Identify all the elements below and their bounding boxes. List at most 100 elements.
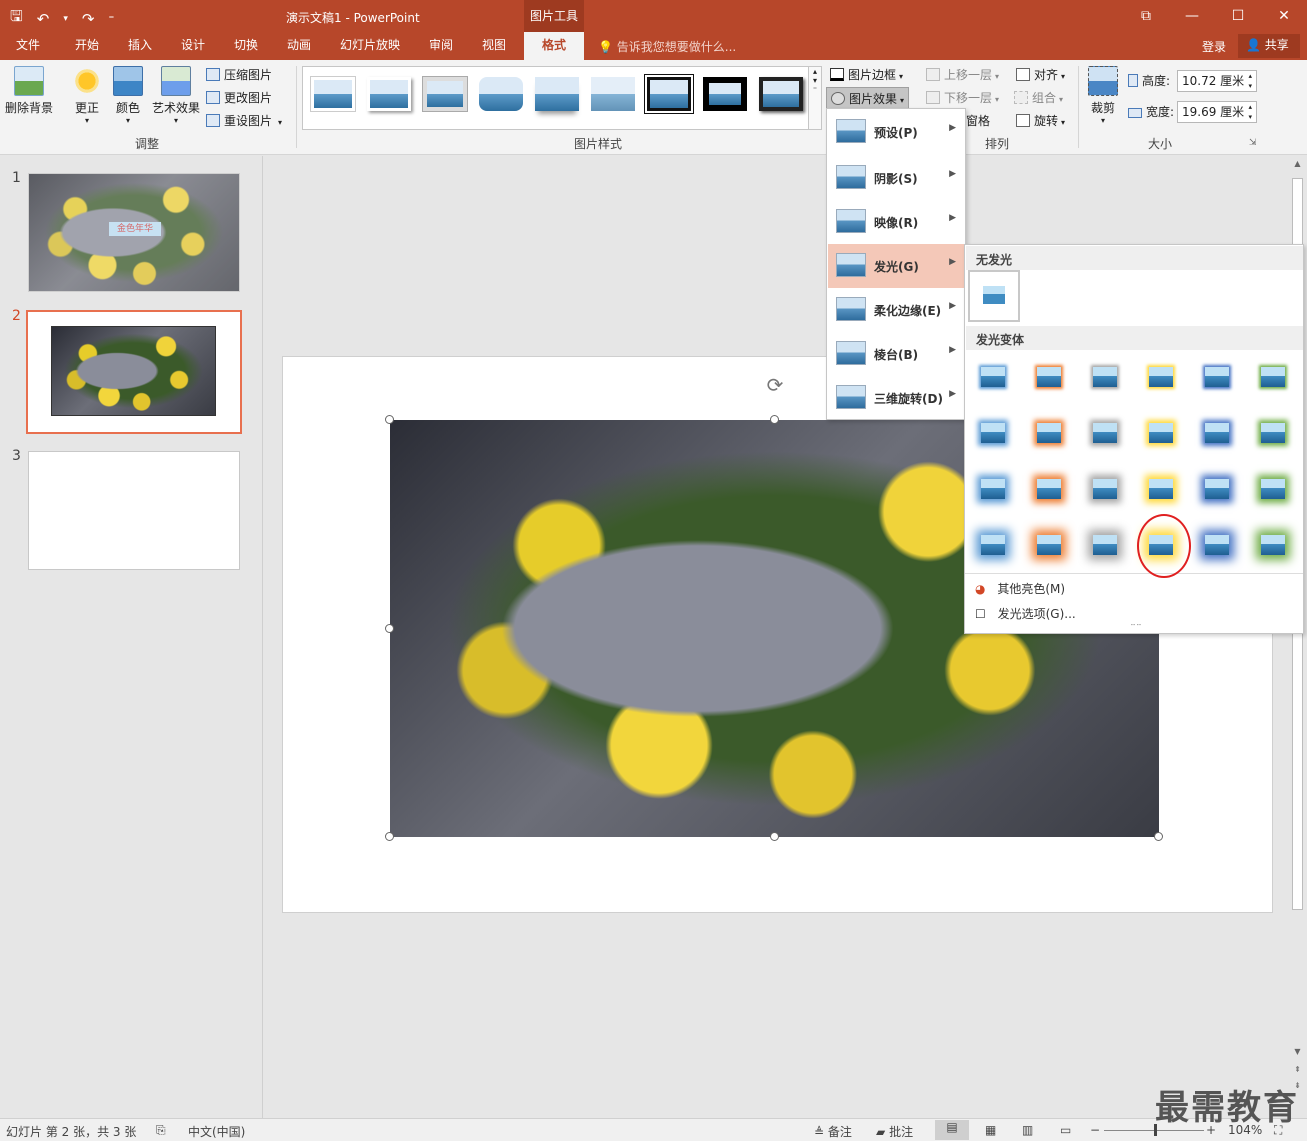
tab-format[interactable]: 格式	[524, 32, 584, 60]
tab-animations[interactable]: 动画	[287, 32, 311, 60]
width-spinner-icon[interactable]: ▴ ▾	[1248, 102, 1252, 122]
menu-item-reflection[interactable]: 映像(R) ▶	[828, 200, 964, 244]
tab-insert[interactable]: 插入	[128, 32, 152, 60]
menu-item-3d-rotation[interactable]: 三维旋转(D) ▶	[828, 376, 964, 420]
customize-qat-icon[interactable]: ⁼	[108, 12, 114, 25]
style-thumbnail[interactable]	[535, 77, 579, 111]
menu-item-glow[interactable]: 发光(G) ▶	[828, 244, 964, 288]
language-indicator[interactable]: 中文(中国)	[188, 1123, 245, 1140]
resize-handle[interactable]	[385, 415, 394, 424]
ribbon-display-options-icon[interactable]: ⧉	[1123, 0, 1169, 32]
width-input[interactable]: 19.69 厘米 ▴ ▾	[1177, 101, 1257, 123]
slide-thumbnail-1[interactable]: 金色年华	[28, 173, 240, 292]
style-thumbnail[interactable]	[703, 77, 747, 111]
glow-options-button[interactable]: ☐ 发光选项(G)...	[975, 605, 1076, 622]
resize-handle[interactable]	[1154, 832, 1163, 841]
notes-button[interactable]: ≜ 备注	[814, 1123, 852, 1140]
style-thumbnail[interactable]	[644, 74, 694, 114]
undo-dropdown-icon[interactable]: ▾	[63, 14, 68, 24]
rotate-handle-icon[interactable]: ⟳	[763, 374, 787, 398]
spell-check-icon[interactable]: ⎘	[156, 1123, 166, 1138]
scroll-up-icon[interactable]: ▲	[1292, 158, 1303, 170]
slide-sorter-icon[interactable]: ▦	[985, 1123, 996, 1137]
align-button[interactable]: 对齐 ▾	[1016, 66, 1065, 83]
reading-view-icon[interactable]: ▥	[1022, 1123, 1033, 1137]
tab-slideshow[interactable]: 幻灯片放映	[340, 32, 400, 60]
maximize-icon[interactable]: ☐	[1215, 0, 1261, 32]
glow-variation-option[interactable]	[973, 526, 1013, 566]
glow-variation-option[interactable]	[1253, 414, 1293, 454]
style-thumbnail[interactable]	[311, 77, 355, 111]
crop-button[interactable]: 裁剪 ▾	[1086, 66, 1120, 125]
slideshow-view-icon[interactable]: ▭	[1060, 1123, 1071, 1137]
glow-variation-option[interactable]	[1085, 470, 1125, 510]
height-spinner-icon[interactable]: ▴ ▾	[1248, 71, 1252, 91]
glow-variation-option[interactable]	[1085, 358, 1125, 398]
resize-handle[interactable]	[770, 832, 779, 841]
reset-picture-button[interactable]: 重设图片 ▾	[206, 112, 282, 129]
group-button[interactable]: 组合 ▾	[1014, 89, 1063, 106]
remove-background-button[interactable]: 删除背景	[4, 66, 54, 116]
tell-me-search[interactable]: 💡 告诉我您想要做什么...	[598, 38, 736, 55]
glow-variation-option[interactable]	[973, 470, 1013, 510]
glow-variation-option[interactable]	[1141, 414, 1181, 454]
previous-slide-icon[interactable]: ⇞	[1292, 1064, 1303, 1076]
more-glow-colors-button[interactable]: ◕ 其他亮色(M)	[975, 580, 1065, 597]
close-icon[interactable]: ✕	[1261, 0, 1307, 32]
tab-view[interactable]: 视图	[482, 32, 506, 60]
compress-pictures-button[interactable]: 压缩图片	[206, 66, 272, 83]
menu-item-soft-edges[interactable]: 柔化边缘(E) ▶	[828, 288, 964, 332]
glow-variation-option[interactable]	[1029, 414, 1069, 454]
glow-variation-option[interactable]	[1029, 470, 1069, 510]
glow-variation-option[interactable]	[973, 358, 1013, 398]
glow-variation-option[interactable]	[1197, 470, 1237, 510]
undo-icon[interactable]: ↶	[37, 10, 50, 28]
tab-review[interactable]: 审阅	[429, 32, 453, 60]
tab-file[interactable]: 文件	[16, 32, 40, 60]
picture-border-button[interactable]: 图片边框 ▾	[830, 66, 903, 83]
resize-handle[interactable]	[770, 415, 779, 424]
selection-pane-button[interactable]: 窗格	[966, 112, 990, 129]
resize-grip-icon[interactable]: ⠒⠒	[1130, 621, 1142, 630]
menu-item-shadow[interactable]: 阴影(S) ▶	[828, 156, 964, 200]
resize-handle[interactable]	[385, 832, 394, 841]
menu-item-bevel[interactable]: 棱台(B) ▶	[828, 332, 964, 376]
gallery-scroll[interactable]: ▴ ▾ ⁼	[808, 66, 822, 130]
style-thumbnail[interactable]	[423, 77, 467, 111]
glow-variation-option[interactable]	[1085, 526, 1125, 566]
glow-variation-option[interactable]	[1085, 414, 1125, 454]
glow-variation-option[interactable]	[1141, 358, 1181, 398]
color-button[interactable]: 颜色 ▾	[111, 66, 145, 125]
scroll-down-icon[interactable]: ▼	[1292, 1046, 1303, 1058]
no-glow-option[interactable]	[968, 270, 1020, 322]
height-input[interactable]: 10.72 厘米 ▴ ▾	[1177, 70, 1257, 92]
glow-variation-option[interactable]	[973, 414, 1013, 454]
glow-variation-option[interactable]	[1029, 526, 1069, 566]
bring-forward-button[interactable]: 上移一层 ▾	[926, 66, 999, 83]
slide-thumbnail-3[interactable]	[28, 451, 240, 570]
glow-variation-option[interactable]	[1253, 526, 1293, 566]
login-link[interactable]: 登录	[1202, 38, 1226, 55]
resize-handle[interactable]	[385, 624, 394, 633]
glow-variation-option[interactable]	[1253, 470, 1293, 510]
send-backward-button[interactable]: 下移一层 ▾	[926, 89, 999, 106]
glow-variation-option[interactable]	[1197, 358, 1237, 398]
slide-thumbnail-2[interactable]	[26, 310, 242, 434]
corrections-button[interactable]: 更正 ▾	[70, 66, 104, 125]
menu-item-preset[interactable]: 预设(P) ▶	[828, 110, 964, 154]
glow-variation-option[interactable]	[1197, 526, 1237, 566]
change-picture-button[interactable]: 更改图片	[206, 89, 272, 106]
save-icon[interactable]: 🖫	[10, 6, 23, 31]
style-thumbnail[interactable]	[367, 77, 411, 111]
normal-view-icon[interactable]: ▤	[935, 1120, 969, 1140]
comments-button[interactable]: ▰ 批注	[876, 1123, 913, 1140]
rotate-button[interactable]: 旋转 ▾	[1016, 112, 1065, 129]
minimize-icon[interactable]: —	[1169, 0, 1215, 32]
share-button[interactable]: 👤 共享	[1238, 34, 1300, 58]
style-thumbnail[interactable]	[479, 77, 523, 111]
glow-variation-option[interactable]	[1141, 470, 1181, 510]
redo-icon[interactable]: ↷	[82, 10, 95, 28]
tab-design[interactable]: 设计	[181, 32, 205, 60]
glow-variation-option[interactable]	[1197, 414, 1237, 454]
style-thumbnail[interactable]	[591, 77, 635, 111]
